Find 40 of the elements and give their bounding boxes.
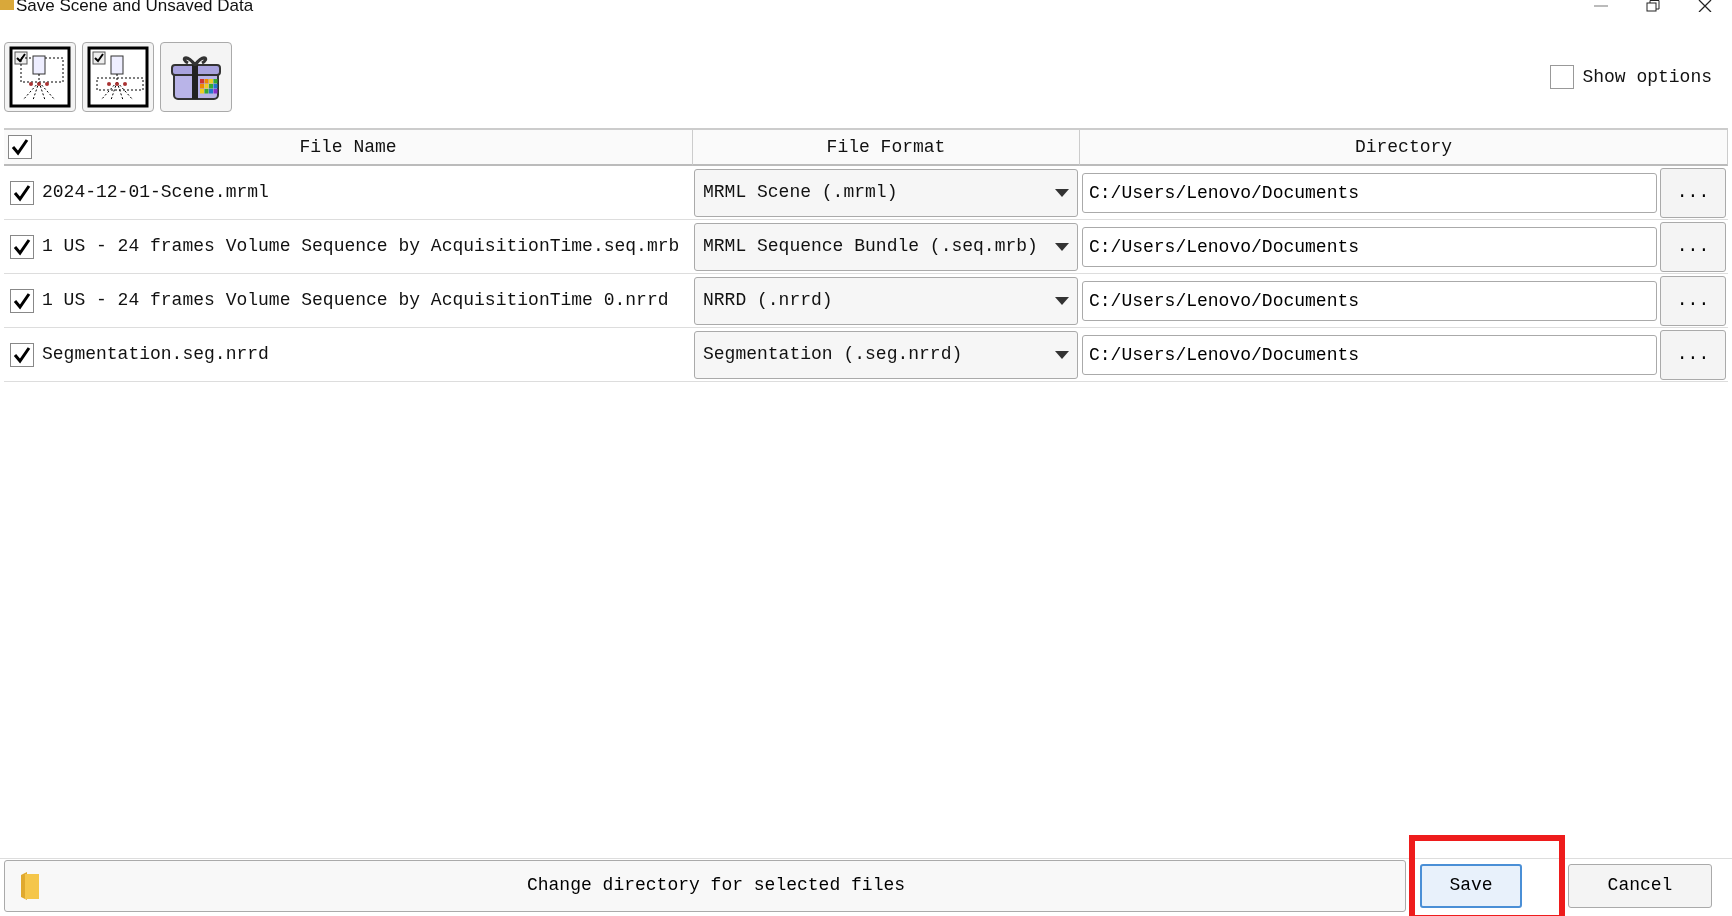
- directory-field[interactable]: C:/Users/Lenovo/Documents: [1082, 226, 1657, 267]
- row-checkbox[interactable]: [10, 234, 34, 259]
- format-dropdown[interactable]: MRML Sequence Bundle (.seq.mrb): [694, 222, 1078, 271]
- directory-field[interactable]: C:/Users/Lenovo/Documents: [1082, 334, 1657, 375]
- folder-icon: [19, 870, 41, 901]
- format-dropdown[interactable]: MRML Scene (.mrml): [694, 168, 1078, 217]
- row-checkbox[interactable]: [10, 288, 34, 313]
- cancel-button[interactable]: Cancel: [1568, 863, 1712, 908]
- browse-button[interactable]: ...: [1660, 329, 1726, 380]
- dropdown-arrow-icon: [1055, 242, 1069, 251]
- format-dropdown[interactable]: NRRD (.nrrd): [694, 276, 1078, 325]
- browse-button[interactable]: ...: [1660, 221, 1726, 272]
- row-checkbox[interactable]: [10, 342, 34, 367]
- file-name: Segmentation.seg.nrrd: [42, 343, 269, 366]
- tree-select-icon[interactable]: [82, 42, 154, 112]
- file-name: 1 US - 24 frames Volume Sequence by AcquisitionTime.seq.mrb: [42, 235, 680, 258]
- directory-field[interactable]: C:/Users/Lenovo/Documents: [1082, 280, 1657, 321]
- row-checkbox[interactable]: [10, 180, 34, 205]
- dropdown-arrow-icon: [1055, 350, 1069, 359]
- browse-button[interactable]: ...: [1660, 275, 1726, 326]
- close-button[interactable]: [1698, 0, 1712, 12]
- file-name: 1 US - 24 frames Volume Sequence by AcquisitionTime 0.nrrd: [42, 289, 669, 312]
- dropdown-arrow-icon: [1055, 296, 1069, 305]
- checkbox-label: Show options: [1582, 65, 1712, 89]
- dropdown-arrow-icon: [1055, 188, 1069, 197]
- browse-button[interactable]: ...: [1660, 167, 1726, 218]
- file-name: 2024-12-01-Scene.mrml: [42, 181, 269, 204]
- column-header: File Format: [826, 135, 946, 159]
- column-header: File Name: [299, 135, 397, 159]
- folder-icon: [0, 0, 14, 10]
- format-dropdown[interactable]: Segmentation (.seg.nrrd): [694, 330, 1078, 379]
- gift-box-icon[interactable]: [160, 42, 232, 112]
- directory-field[interactable]: C:/Users/Lenovo/Documents: [1082, 172, 1657, 213]
- save-button[interactable]: Save: [1420, 863, 1522, 908]
- column-header: Directory: [1354, 135, 1453, 159]
- select-all-checkbox[interactable]: [8, 135, 32, 159]
- tree-select-icon[interactable]: [4, 42, 76, 112]
- change-directory-button[interactable]: Change directory for selected files: [4, 859, 1406, 912]
- restore-button[interactable]: [1646, 0, 1660, 12]
- show-options-checkbox[interactable]: [1550, 65, 1575, 89]
